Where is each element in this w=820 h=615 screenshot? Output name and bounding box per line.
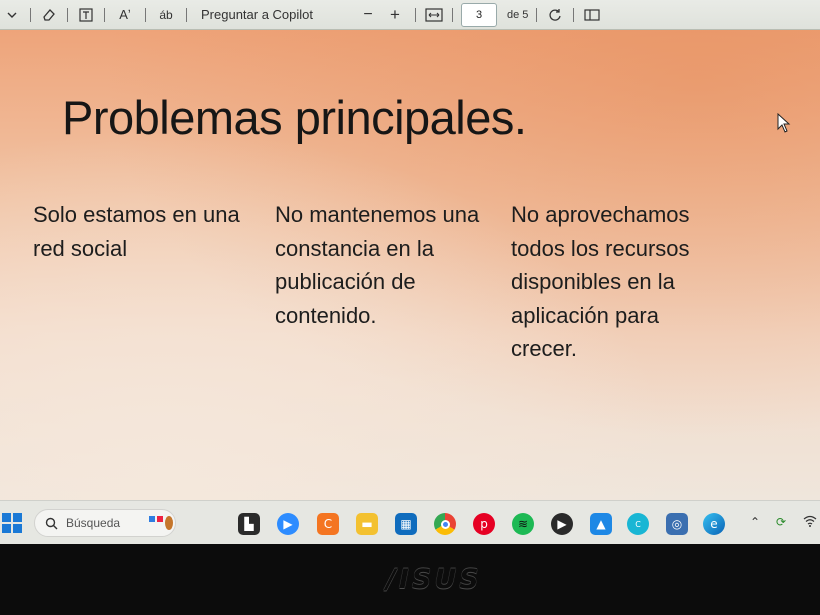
slide-title: Problemas principales.: [62, 91, 527, 144]
page-total: de 5: [507, 8, 529, 21]
chevron-up-icon[interactable]: ⌃: [750, 515, 760, 529]
translate-button[interactable]: áb: [154, 0, 178, 30]
canva-icon[interactable]: C: [627, 513, 649, 535]
taskbar: Búsqueda ▙ ▶ C ▬ ▦ p ≋ ▶ ▲ C ◎ e ⌃ ⟳: [0, 500, 820, 544]
mouse-pointer-icon: [777, 112, 791, 137]
search-box[interactable]: Búsqueda: [34, 509, 176, 537]
windows-start-icon[interactable]: [2, 513, 22, 533]
problem-column-1: Solo estamos en una red social: [33, 202, 240, 261]
pinterest-icon[interactable]: p: [473, 513, 495, 535]
chrome-icon[interactable]: [434, 513, 456, 535]
asus-logo: /ISUS: [386, 564, 482, 595]
search-placeholder: Búsqueda: [66, 516, 121, 530]
laptop-bezel: /ISUS: [0, 544, 820, 615]
divider: [452, 7, 454, 22]
fit-width-icon[interactable]: [424, 5, 444, 25]
problem-column-3: No aprovechamos todos los recursos dispo…: [511, 202, 690, 361]
rotate-icon[interactable]: [545, 5, 565, 25]
app-settings-icon[interactable]: ◎: [666, 513, 688, 535]
crunchyroll-icon[interactable]: C: [317, 513, 339, 535]
search-icon: [45, 517, 58, 529]
copilot-button[interactable]: Preguntar a Copilot: [195, 0, 319, 30]
divider: [104, 7, 105, 22]
divider: [186, 7, 187, 22]
zoom-icon[interactable]: ▶: [277, 513, 299, 535]
divider: [536, 7, 538, 22]
zoom-in-button[interactable]: +: [383, 0, 407, 30]
spotify-icon[interactable]: ≋: [512, 513, 534, 535]
divider: [415, 7, 417, 22]
terminal-icon[interactable]: ▙: [238, 513, 260, 535]
divider: [573, 7, 575, 22]
zoom-out-button[interactable]: −: [353, 0, 383, 30]
text-box-icon[interactable]: [76, 5, 96, 25]
pdf-toolbar: Aʼ áb Preguntar a Copilot − + 3 de 5: [0, 0, 820, 30]
read-aloud-button[interactable]: Aʼ: [113, 0, 137, 30]
page-view-icon[interactable]: [582, 5, 602, 25]
divider: [30, 7, 31, 22]
chevron-down-icon[interactable]: [2, 5, 22, 25]
page-number-input[interactable]: 3: [461, 2, 498, 27]
file-explorer-icon[interactable]: ▬: [356, 513, 378, 535]
wifi-icon[interactable]: [803, 515, 817, 530]
problem-column-2: No mantenemos una constancia en la publi…: [275, 202, 480, 328]
divider: [67, 7, 68, 22]
media-player-icon[interactable]: ▶: [551, 513, 573, 535]
widgets-icon[interactable]: [149, 516, 173, 530]
eraser-icon[interactable]: [39, 5, 59, 25]
microsoft-store-icon[interactable]: ▦: [395, 513, 417, 535]
divider: [145, 7, 146, 22]
sync-icon[interactable]: ⟳: [776, 515, 786, 529]
presentation-slide: Problemas principales. Solo estamos en u…: [0, 30, 820, 500]
edge-icon[interactable]: e: [703, 513, 725, 535]
photos-icon[interactable]: ▲: [590, 513, 612, 535]
